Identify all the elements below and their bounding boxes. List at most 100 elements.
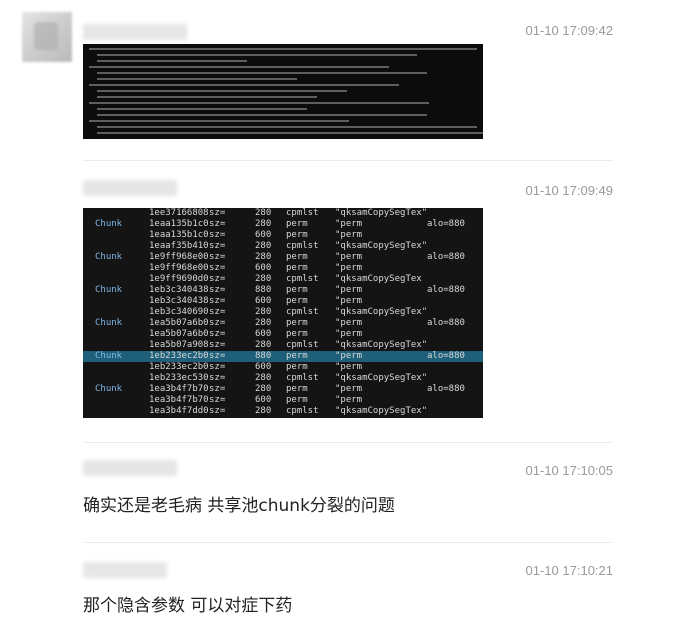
terminal-log-line	[97, 72, 427, 74]
terminal-cell-addr: 1e9ff968e00	[149, 263, 209, 273]
terminal-row: 1eb233ec530 sz= 280 cpmlst "qksamCopySegTex"	[83, 373, 483, 384]
terminal-cell-addr: 1eb3c340690	[149, 307, 209, 317]
terminal-cell-addr: 1eaaf35b410	[149, 241, 209, 251]
terminal-cell-desc: "qksamCopySegTex"	[335, 340, 428, 350]
terminal-log-line	[89, 48, 477, 50]
terminal-cell-desc: "perm	[335, 318, 363, 328]
terminal-cell-size: 600	[255, 362, 272, 372]
terminal-cell-addr: 1ea3b4f7b70	[149, 384, 209, 394]
terminal-cell-desc: "qksamCopySegTex"	[335, 406, 428, 416]
terminal-cell-sz: sz=	[209, 296, 226, 306]
terminal-cell-sz: sz=	[209, 307, 226, 317]
terminal-cell-desc: "perm	[335, 285, 363, 295]
terminal-cell-size: 600	[255, 329, 272, 339]
terminal-cell-alo: alo=880	[427, 285, 465, 295]
terminal-cell-type: cpmlst	[286, 340, 319, 350]
terminal-cell-sz: sz=	[209, 362, 226, 372]
terminal-cell-type: cpmlst	[286, 241, 319, 251]
terminal-cell-size: 280	[255, 384, 272, 394]
terminal-row: 1ea3b4f7dd0 sz= 280 cpmlst "qksamCopySegTex"	[83, 406, 483, 417]
terminal-row: 1eb233ec2b0 sz= 600 perm "perm	[83, 362, 483, 373]
terminal-row: 1eaa135b1c0 sz= 600 perm "perm	[83, 230, 483, 241]
terminal-cell-type: perm	[286, 219, 308, 229]
terminal-cell-chunk: Chunk	[95, 219, 123, 229]
terminal-cell-sz: sz=	[209, 340, 226, 350]
terminal-cell-sz: sz=	[209, 252, 226, 262]
terminal-cell-size: 280	[255, 318, 272, 328]
terminal-cell-desc: "qksamCopySegTex"	[335, 208, 428, 218]
terminal-log-line	[89, 84, 399, 86]
terminal-cell-size: 280	[255, 219, 272, 229]
message-text-4: 那个隐含参数 可以对症下药	[83, 596, 293, 616]
terminal-cell-alo: alo=880	[427, 219, 465, 229]
terminal-cell-type: perm	[286, 230, 308, 240]
terminal-cell-type: perm	[286, 362, 308, 372]
terminal-cell-alo: alo=880	[427, 384, 465, 394]
terminal-cell-addr: 1eb233ec2b0	[149, 351, 209, 361]
user-avatar[interactable]	[22, 12, 72, 62]
terminal-row-highlighted: Chunk 1eb233ec2b0 sz= 880 perm "perm alo=880	[83, 351, 483, 362]
terminal-cell-sz: sz=	[209, 395, 226, 405]
terminal-log-line	[97, 114, 427, 116]
terminal-cell-size: 600	[255, 296, 272, 306]
terminal-row: 1ea5b07a908 sz= 280 cpmlst "qksamCopySegTex"	[83, 340, 483, 351]
terminal-cell-type: perm	[286, 318, 308, 328]
terminal-cell-sz: sz=	[209, 230, 226, 240]
terminal-cell-sz: sz=	[209, 406, 226, 416]
terminal-cell-type: cpmlst	[286, 307, 319, 317]
terminal-row: 1eaaf35b410 sz= 280 cpmlst "qksamCopySegTex"	[83, 241, 483, 252]
terminal-log-line	[97, 90, 347, 92]
terminal-cell-addr: 1eaa135b1c0	[149, 230, 209, 240]
terminal-cell-desc: "qksamCopySegTex"	[335, 241, 428, 251]
terminal-cell-alo: alo=880	[427, 351, 465, 361]
terminal-cell-desc: "perm	[335, 362, 363, 372]
terminal-cell-size: 280	[255, 274, 272, 284]
message-divider	[83, 160, 613, 161]
message-time-3: 01-10 17:10:05	[525, 463, 613, 478]
terminal-cell-alo: alo=880	[427, 318, 465, 328]
terminal-screenshot-2[interactable]: 1ee37166808 sz= 280 cpmlst "qksamCopySegTex"…	[83, 208, 483, 418]
terminal-log-line	[97, 108, 307, 110]
terminal-cell-addr: 1e9ff968e00	[149, 252, 209, 262]
terminal-cell-type: perm	[286, 252, 308, 262]
message-time-4: 01-10 17:10:21	[525, 563, 613, 578]
terminal-cell-desc: "perm	[335, 384, 363, 394]
terminal-cell-addr: 1ea5b07a6b0	[149, 329, 209, 339]
terminal-cell-size: 280	[255, 340, 272, 350]
terminal-cell-size: 280	[255, 252, 272, 262]
terminal-log-line	[97, 126, 477, 128]
terminal-cell-sz: sz=	[209, 285, 226, 295]
terminal-cell-addr: 1ea3b4f7dd0	[149, 406, 209, 416]
terminal-cell-addr: 1eb3c340438	[149, 296, 209, 306]
terminal-row: Chunk 1eb3c340438 sz= 880 perm "perm alo=880	[83, 285, 483, 296]
terminal-log-line	[97, 78, 297, 80]
terminal-cell-type: cpmlst	[286, 406, 319, 416]
terminal-log-line	[89, 102, 429, 104]
terminal-cell-desc: "perm	[335, 219, 363, 229]
terminal-row: 1e9ff9690d0 sz= 280 cpmlst "qksamCopySegTex	[83, 274, 483, 285]
terminal-cell-desc: "qksamCopySegTex	[335, 274, 422, 284]
terminal-row: Chunk 1eaa135b1c0 sz= 280 perm "perm alo=880	[83, 219, 483, 230]
terminal-screenshot-1[interactable]	[83, 44, 483, 139]
terminal-cell-size: 600	[255, 395, 272, 405]
terminal-cell-addr: 1ee37166808	[149, 208, 209, 218]
terminal-cell-chunk: Chunk	[95, 384, 123, 394]
terminal-cell-size: 600	[255, 230, 272, 240]
message-time-1: 01-10 17:09:42	[525, 23, 613, 38]
sender-name-2	[83, 180, 177, 196]
terminal-log-line	[89, 120, 349, 122]
terminal-row: 1ea3b4f7b70 sz= 600 perm "perm	[83, 395, 483, 406]
terminal-cell-size: 880	[255, 285, 272, 295]
terminal-log-line	[97, 54, 417, 56]
terminal-cell-addr: 1ea3b4f7b70	[149, 395, 209, 405]
terminal-cell-type: cpmlst	[286, 208, 319, 218]
message-time-2: 01-10 17:09:49	[525, 183, 613, 198]
terminal-cell-size: 280	[255, 307, 272, 317]
terminal-cell-sz: sz=	[209, 219, 226, 229]
terminal-cell-type: perm	[286, 351, 308, 361]
terminal-cell-size: 280	[255, 208, 272, 218]
terminal-cell-addr: 1ea5b07a6b0	[149, 318, 209, 328]
terminal-cell-alo: alo=880	[427, 252, 465, 262]
terminal-cell-type: cpmlst	[286, 373, 319, 383]
terminal-cell-sz: sz=	[209, 274, 226, 284]
